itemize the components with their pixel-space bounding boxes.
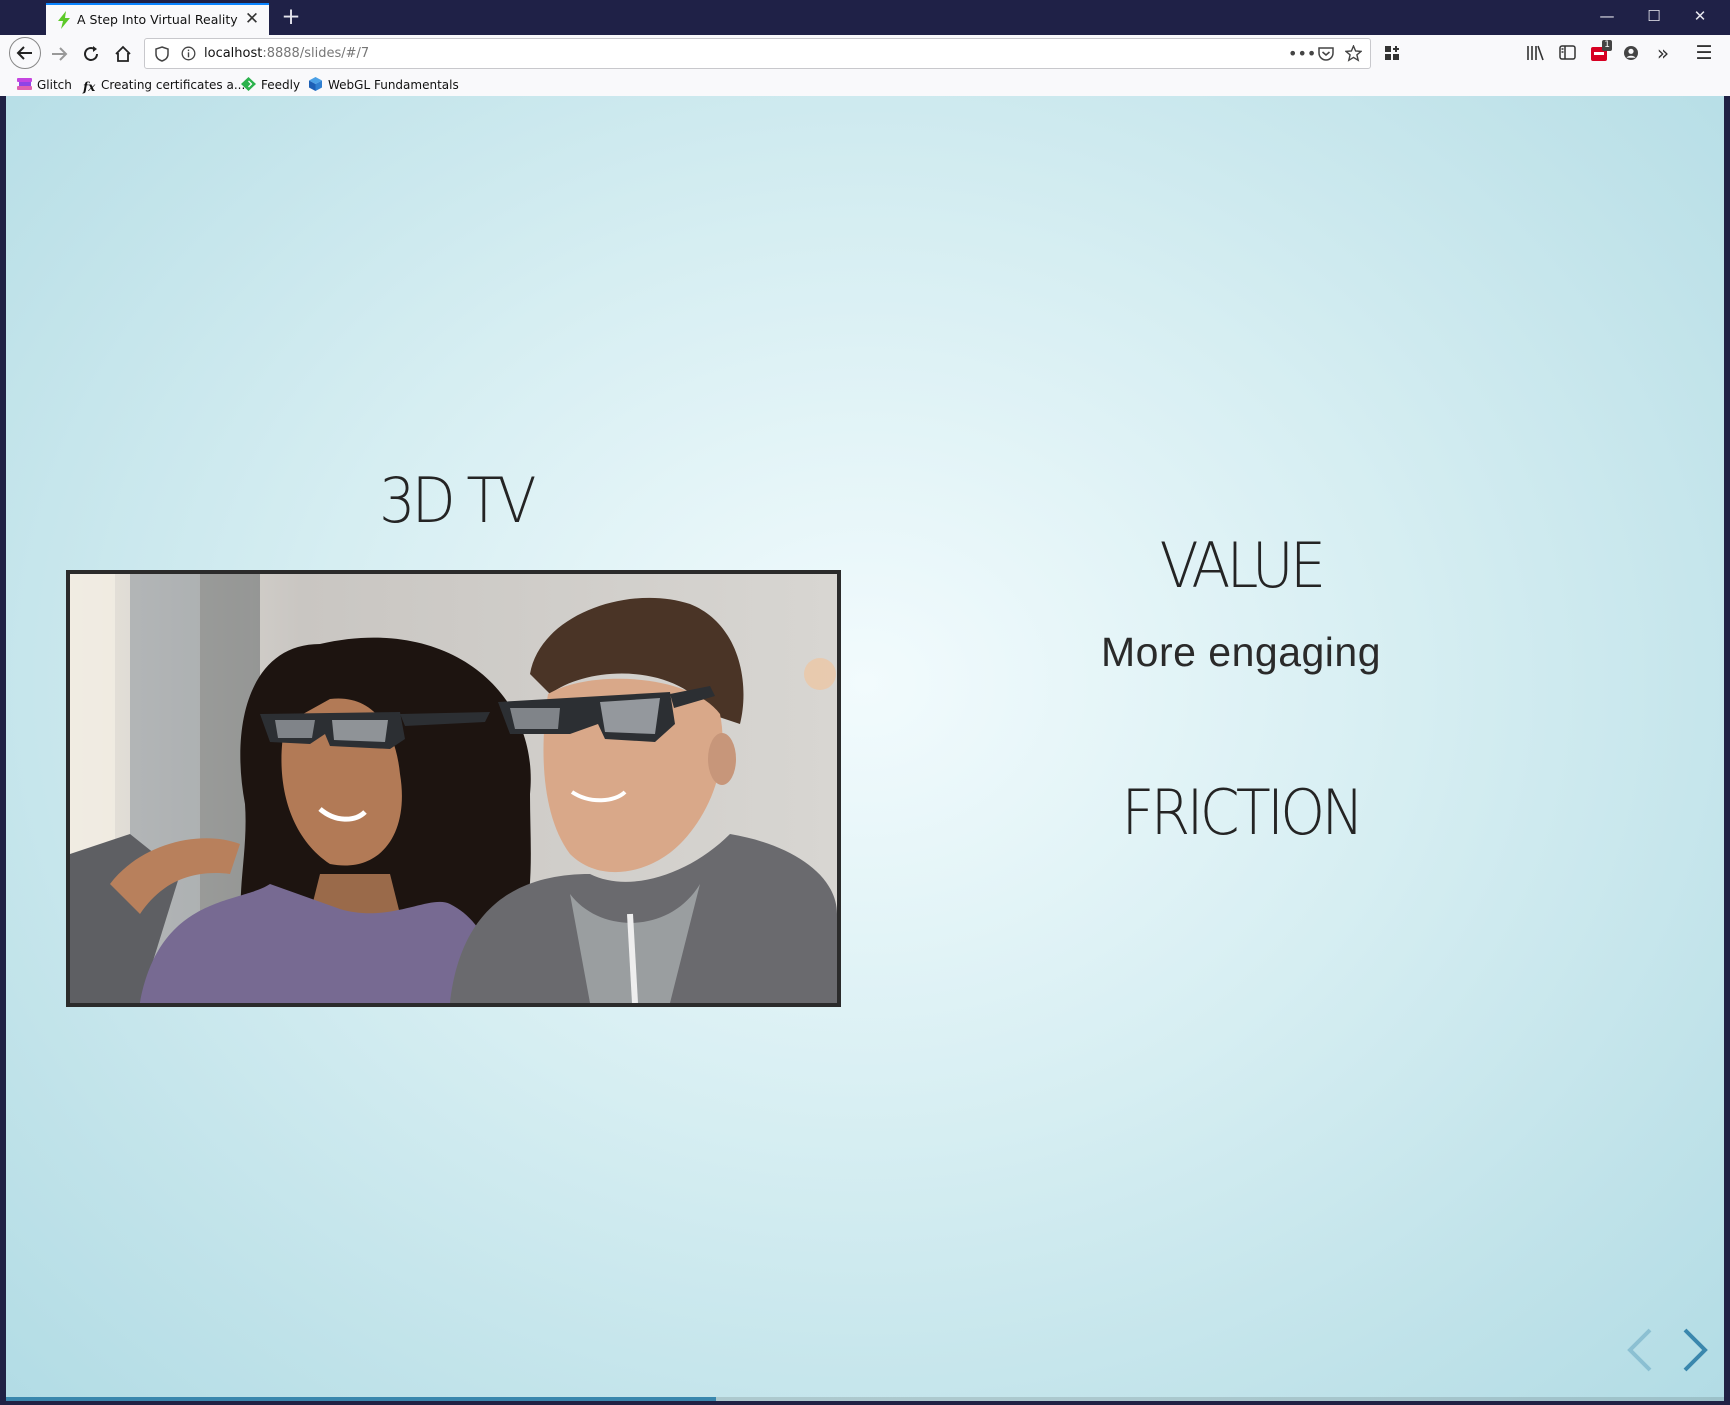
extension-button[interactable]: 1 — [1585, 39, 1613, 67]
hamburger-menu-icon[interactable]: ☰ — [1690, 39, 1718, 67]
arrow-right-icon — [52, 47, 68, 61]
bookmark-star-icon[interactable] — [1342, 43, 1364, 65]
glitch-icon — [17, 78, 32, 90]
shield-icon[interactable] — [151, 43, 173, 65]
page-actions-icon[interactable]: ••• — [1288, 43, 1316, 65]
library-icon[interactable] — [1521, 39, 1549, 67]
slide-viewport: 3D TV VALUE More engaging FRICTION — [6, 96, 1724, 1401]
reload-icon — [84, 46, 98, 61]
sidebar-icon[interactable] — [1553, 39, 1581, 67]
navigation-toolbar: localhost:8888/slides/#/7 ••• 1 » ☰ — [0, 35, 1730, 72]
window-frame-right — [1724, 96, 1730, 1405]
bookmark-label: Creating certificates a... — [101, 78, 246, 92]
slide-heading-friction: FRICTION — [1121, 776, 1365, 849]
tab-active[interactable]: A Step Into Virtual Reality ✕ — [46, 3, 269, 35]
couple-3d-glasses-photo — [66, 570, 841, 1007]
lightning-favicon-icon — [56, 11, 72, 29]
home-icon — [115, 45, 131, 62]
chevron-left-icon — [1627, 1328, 1652, 1372]
feedly-icon — [241, 77, 256, 91]
back-button[interactable] — [9, 37, 41, 69]
minimize-icon[interactable]: — — [1584, 0, 1630, 33]
chevron-right-icon — [1683, 1328, 1708, 1372]
bookmark-label: WebGL Fundamentals — [328, 78, 459, 92]
cube-icon — [309, 77, 322, 91]
url-host: localhost — [204, 46, 263, 61]
tab-strip: A Step Into Virtual Reality ✕ + — ☐ ✕ — [0, 0, 1730, 35]
tab-title: A Step Into Virtual Reality — [77, 12, 238, 27]
value-text: More engaging — [1100, 629, 1382, 675]
url-text[interactable]: localhost:8888/slides/#/7 — [204, 46, 369, 61]
address-bar[interactable]: localhost:8888/slides/#/7 ••• — [144, 38, 1371, 69]
next-slide-button[interactable] — [1675, 1324, 1715, 1376]
pocket-icon[interactable] — [1315, 43, 1337, 65]
home-button[interactable] — [108, 39, 138, 69]
bookmark-glitch[interactable]: Glitch — [17, 76, 72, 94]
window-frame-bottom — [0, 1401, 1730, 1405]
close-tab-icon[interactable]: ✕ — [242, 9, 262, 29]
prev-slide-button[interactable] — [1620, 1324, 1660, 1376]
maximize-icon[interactable]: ☐ — [1631, 0, 1677, 33]
bookmark-feedly[interactable]: Feedly — [241, 76, 300, 94]
fx-icon: fx — [83, 80, 96, 94]
forward-button[interactable] — [44, 39, 74, 69]
account-icon[interactable] — [1617, 39, 1645, 67]
bookmarks-toolbar: Glitch fx Creating certificates a... Feed… — [0, 72, 1730, 97]
extension-grid-icon[interactable] — [1378, 39, 1406, 67]
new-tab-button[interactable]: + — [277, 3, 305, 31]
bookmark-label: Glitch — [37, 78, 72, 92]
overflow-chevrons-icon[interactable]: » — [1649, 39, 1677, 67]
bookmark-certificates[interactable]: fx Creating certificates a... — [83, 76, 245, 94]
bookmark-label: Feedly — [261, 78, 301, 92]
slide-heading-value: VALUE — [1159, 529, 1326, 602]
window-close-icon[interactable]: ✕ — [1677, 0, 1723, 33]
reload-button[interactable] — [76, 39, 106, 69]
slide-heading-3dtv: 3D TV — [379, 464, 536, 537]
bookmark-webgl[interactable]: WebGL Fundamentals — [308, 76, 459, 94]
info-icon[interactable] — [177, 43, 199, 65]
browser-window: A Step Into Virtual Reality ✕ + — ☐ ✕ lo… — [0, 0, 1730, 1405]
url-path: :8888/slides/#/7 — [262, 46, 370, 61]
window-frame-left — [0, 96, 6, 1405]
extension-badge: 1 — [1602, 40, 1612, 51]
arrow-left-icon — [16, 46, 32, 60]
